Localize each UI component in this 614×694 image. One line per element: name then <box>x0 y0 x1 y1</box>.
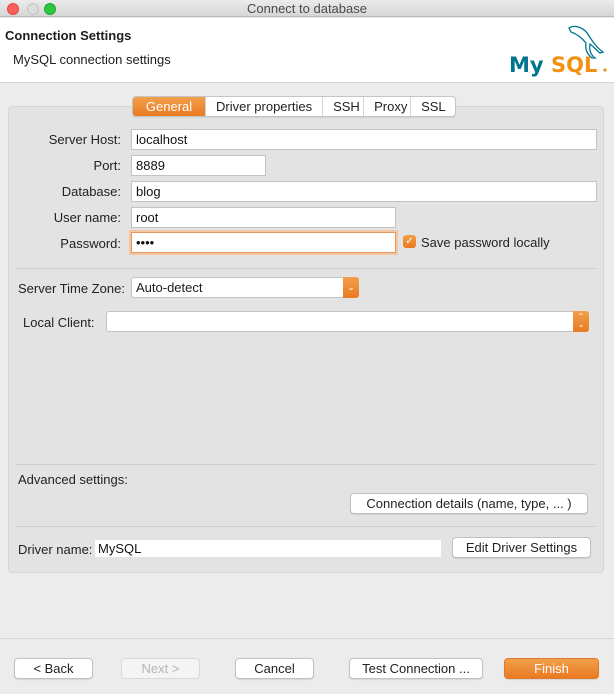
chevron-down-icon: ⌄ <box>343 277 359 298</box>
mysql-logo-icon: My SQL <box>509 25 607 77</box>
server-host-label: Server Host: <box>48 132 121 147</box>
edit-driver-settings-button[interactable]: Edit Driver Settings <box>452 537 591 558</box>
server-time-zone-select[interactable]: Auto-detect ⌄ <box>131 277 359 298</box>
port-input[interactable]: 8889 <box>131 155 266 176</box>
cancel-button[interactable]: Cancel <box>235 658 314 679</box>
driver-name-value: MySQL <box>95 540 441 557</box>
divider <box>16 526 596 527</box>
server-time-zone-value: Auto-detect <box>136 280 203 295</box>
page-title: Connection Settings <box>5 28 132 43</box>
tab-proxy[interactable]: Proxy <box>363 97 410 116</box>
password-label: Password: <box>60 236 121 251</box>
database-input[interactable]: blog <box>131 181 597 202</box>
page-subtitle: MySQL connection settings <box>13 52 171 67</box>
logo-text-my: My <box>509 53 544 77</box>
password-input[interactable]: •••• <box>131 232 396 253</box>
tab-driver-properties[interactable]: Driver properties <box>205 97 322 116</box>
connection-details-button[interactable]: Connection details (name, type, ... ) <box>350 493 588 514</box>
advanced-settings-label: Advanced settings: <box>18 472 128 487</box>
local-client-label: Local Client: <box>23 315 95 330</box>
checkmark-icon: ✓ <box>405 236 414 247</box>
divider <box>16 464 596 465</box>
up-down-chevron-icon: ⌃ ⌄ <box>573 311 589 332</box>
port-label: Port: <box>93 158 121 173</box>
finish-button[interactable]: Finish <box>504 658 599 679</box>
test-connection-button[interactable]: Test Connection ... <box>349 658 483 679</box>
tab-ssh[interactable]: SSH <box>322 97 363 116</box>
save-password-checkbox[interactable]: ✓ <box>403 235 416 248</box>
next-button[interactable]: Next > <box>121 658 200 679</box>
user-name-input[interactable]: root <box>131 207 396 228</box>
divider <box>16 268 596 269</box>
server-host-input[interactable]: localhost <box>131 129 597 150</box>
tab-general[interactable]: General <box>133 97 205 116</box>
back-button[interactable]: < Back <box>14 658 93 679</box>
local-client-select[interactable]: ⌃ ⌄ <box>106 311 589 332</box>
title-bar: Connect to database <box>0 0 614 17</box>
window-title: Connect to database <box>247 1 367 16</box>
database-label: Database: <box>61 184 121 199</box>
save-password-label: Save password locally <box>421 235 550 250</box>
logo-text-sql: SQL <box>551 53 597 77</box>
header: Connection Settings MySQL connection set… <box>0 18 614 83</box>
tab-ssl[interactable]: SSL <box>410 97 455 116</box>
server-time-zone-label: Server Time Zone: <box>18 281 125 296</box>
tab-bar: General Driver properties SSH Proxy SSL <box>132 96 457 117</box>
footer-divider <box>0 638 614 639</box>
driver-name-label: Driver name: <box>18 542 93 557</box>
user-name-label: User name: <box>53 210 121 225</box>
